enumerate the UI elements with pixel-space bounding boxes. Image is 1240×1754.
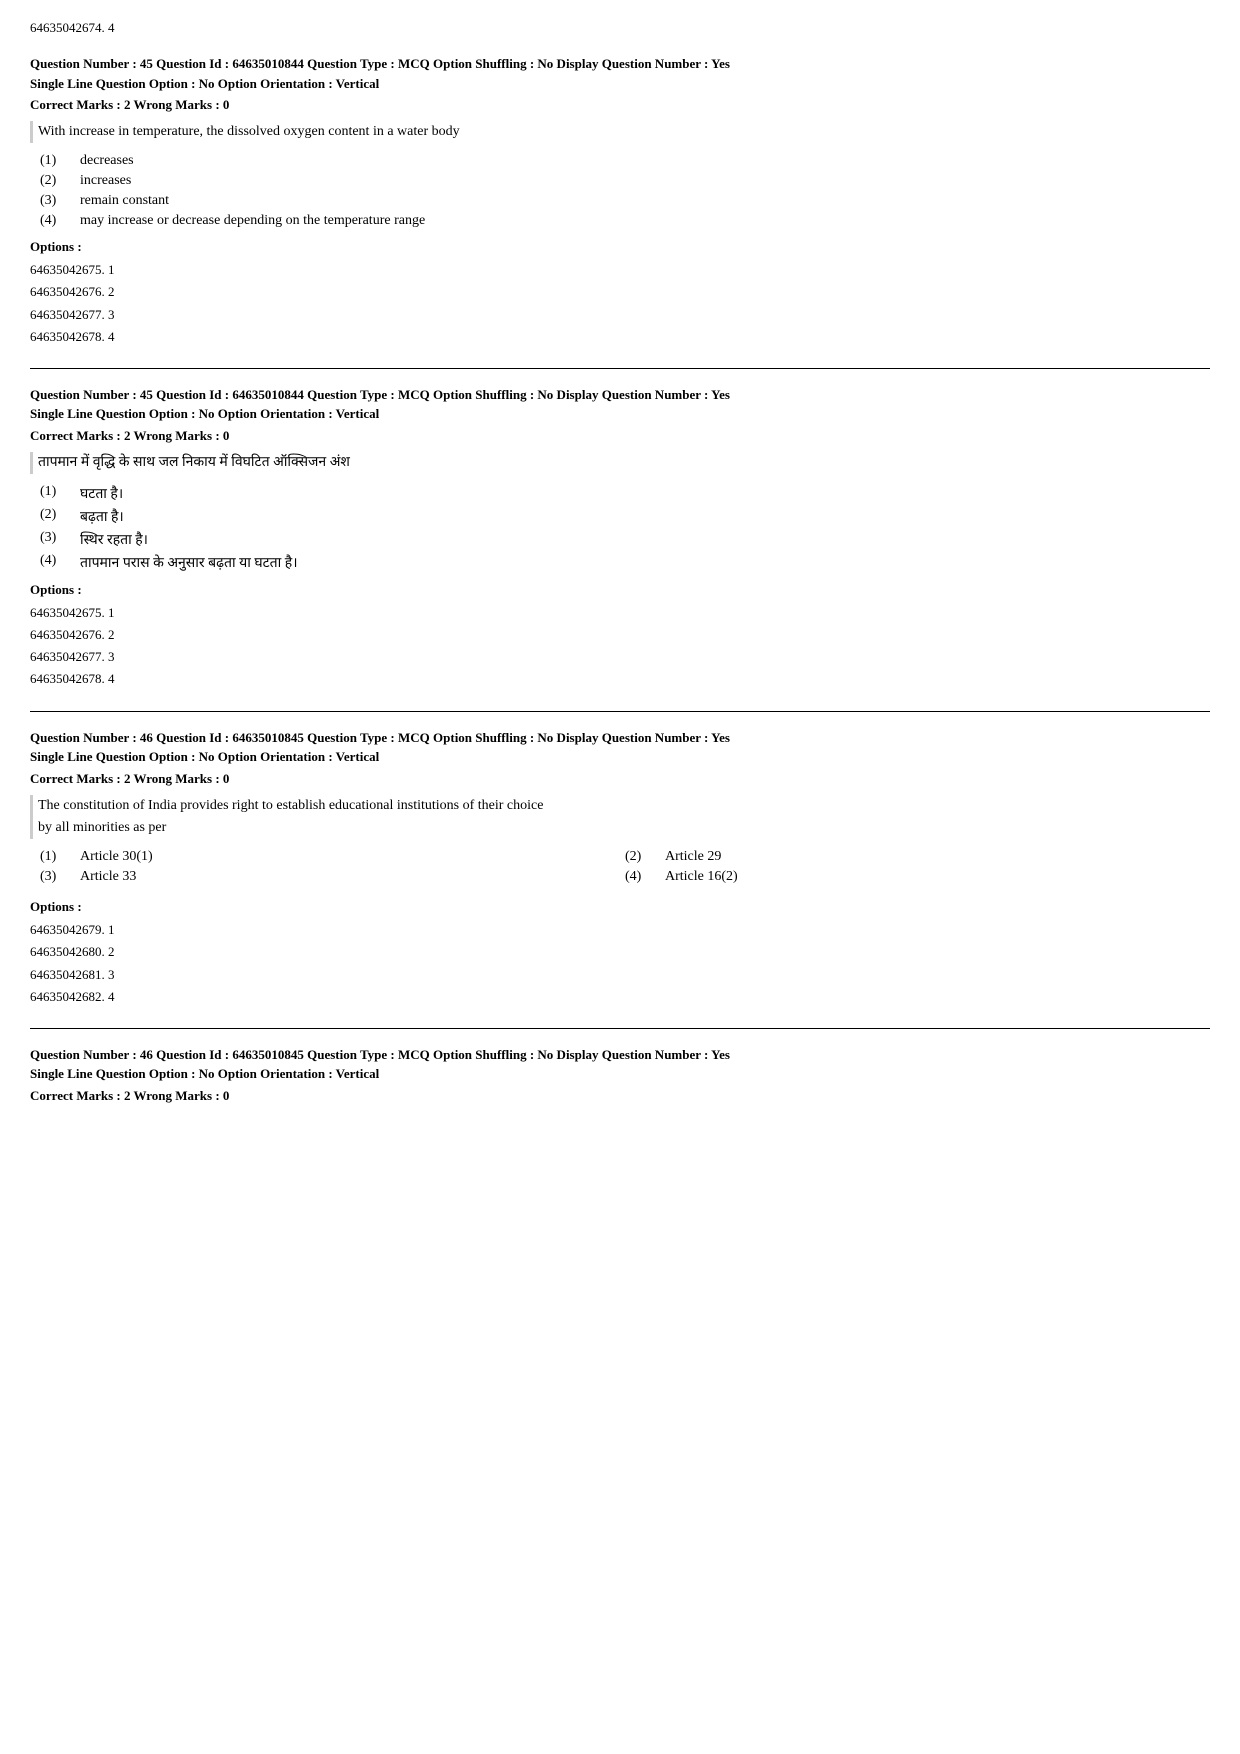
option-item: (3) remain constant — [40, 193, 1210, 209]
options-ids-q46en: 64635042679. 1 64635042680. 2 6463504268… — [30, 919, 1210, 1007]
marks-q46en: Correct Marks : 2 Wrong Marks : 0 — [30, 771, 1210, 787]
option-item: (1) Article 30(1) — [40, 849, 625, 865]
option-item: (3) स्थिर रहता है। — [40, 530, 1210, 549]
option-item: (1) decreases — [40, 153, 1210, 169]
question-text-q46en: The constitution of India provides right… — [30, 795, 1210, 840]
divider — [30, 1028, 1210, 1029]
options-label-q45hi: Options : — [30, 582, 1210, 598]
divider — [30, 711, 1210, 712]
marks-q45hi: Correct Marks : 2 Wrong Marks : 0 — [30, 428, 1210, 444]
options-ids-q45hi: 64635042675. 1 64635042676. 2 6463504267… — [30, 602, 1210, 690]
page-container: 64635042674. 4 Question Number : 45 Ques… — [30, 20, 1210, 1104]
question-text-q45en: With increase in temperature, the dissol… — [30, 121, 1210, 143]
question-meta-q45hi: Question Number : 45 Question Id : 64635… — [30, 385, 1210, 424]
option-item: (4) तापमान परास के अनुसार बढ़ता या घटता … — [40, 553, 1210, 572]
divider — [30, 368, 1210, 369]
question-meta-q46en: Question Number : 46 Question Id : 64635… — [30, 728, 1210, 767]
question-meta-q46hi: Question Number : 46 Question Id : 64635… — [30, 1045, 1210, 1084]
options-label-q46en: Options : — [30, 899, 1210, 915]
options-list-q45en: (1) decreases (2) increases (3) remain c… — [40, 153, 1210, 229]
options-list-q45hi: (1) घटता है। (2) बढ़ता है। (3) स्थिर रहत… — [40, 484, 1210, 572]
question-text-q45hi: तापमान में वृद्धि के साथ जल निकाय में वि… — [30, 452, 1210, 474]
page-id: 64635042674. 4 — [30, 20, 1210, 36]
options-label-q45en: Options : — [30, 239, 1210, 255]
marks-q46hi: Correct Marks : 2 Wrong Marks : 0 — [30, 1088, 1210, 1104]
marks-q45en: Correct Marks : 2 Wrong Marks : 0 — [30, 97, 1210, 113]
option-item: (4) may increase or decrease depending o… — [40, 213, 1210, 229]
options-ids-q45en: 64635042675. 1 64635042676. 2 6463504267… — [30, 259, 1210, 347]
option-item: (2) increases — [40, 173, 1210, 189]
option-item: (3) Article 33 — [40, 869, 625, 885]
option-item: (2) बढ़ता है। — [40, 507, 1210, 526]
options-grid-q46en: (1) Article 30(1) (2) Article 29 (3) Art… — [40, 849, 1210, 889]
question-block-q46-hi-meta: Question Number : 46 Question Id : 64635… — [30, 1045, 1210, 1104]
question-block-q45-hi: Question Number : 45 Question Id : 64635… — [30, 385, 1210, 691]
question-block-q46-en: Question Number : 46 Question Id : 64635… — [30, 728, 1210, 1008]
option-item: (2) Article 29 — [625, 849, 1210, 865]
option-item: (1) घटता है। — [40, 484, 1210, 503]
question-meta-line1-q45en: Question Number : 45 Question Id : 64635… — [30, 54, 1210, 93]
option-item: (4) Article 16(2) — [625, 869, 1210, 885]
question-block-q45-en: Question Number : 45 Question Id : 64635… — [30, 54, 1210, 348]
